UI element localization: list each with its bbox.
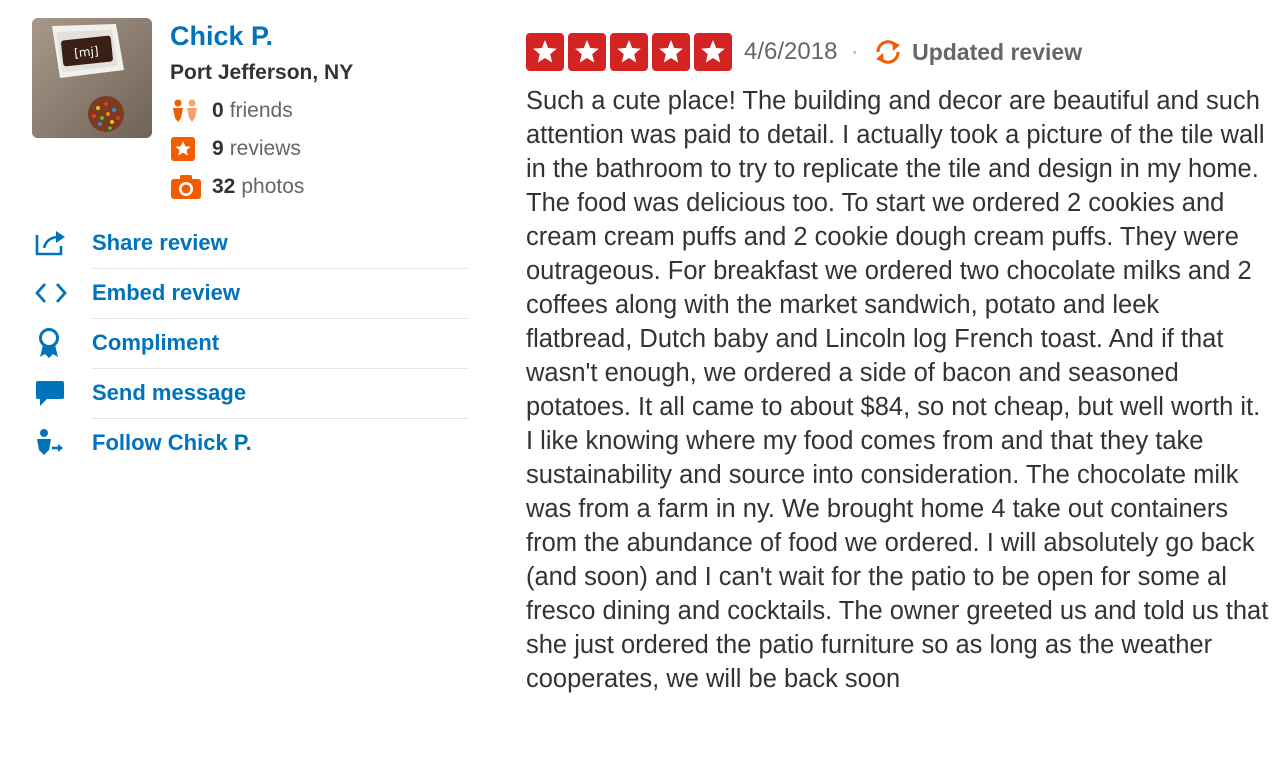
- separator-dot: ·: [851, 40, 859, 63]
- embed-review-action[interactable]: Embed review: [32, 268, 468, 319]
- user-avatar[interactable]: [mj]: [32, 18, 152, 138]
- compliment-label[interactable]: Compliment: [92, 330, 219, 356]
- friends-count: 0: [212, 99, 224, 122]
- friends-stat: 0 friends: [170, 92, 353, 130]
- camera-icon: [170, 173, 202, 201]
- svg-text:[mj]: [mj]: [73, 44, 99, 60]
- follow-user-label[interactable]: Follow Chick P.: [92, 430, 252, 456]
- send-message-action[interactable]: Send message: [32, 368, 468, 419]
- updated-review-label[interactable]: Updated review: [912, 39, 1082, 66]
- follow-user-action[interactable]: Follow Chick P.: [32, 418, 468, 468]
- embed-icon: [32, 281, 92, 305]
- review-header: 4/6/2018 · Updated review: [526, 32, 1272, 72]
- star-badge-icon: [170, 135, 202, 163]
- avatar-photo: [mj]: [32, 18, 152, 138]
- message-icon: [32, 379, 92, 407]
- user-name-link[interactable]: Chick P.: [170, 18, 353, 54]
- follow-user-label-wrap: Follow Chick P.: [92, 418, 468, 468]
- reviews-stat: 9 reviews: [170, 130, 353, 168]
- reviews-label: reviews: [229, 137, 301, 160]
- share-review-action[interactable]: Share review: [32, 218, 468, 269]
- friends-icon: [170, 97, 202, 125]
- follow-icon: [32, 428, 92, 458]
- star-icon: [694, 33, 732, 71]
- award-icon: [32, 327, 92, 359]
- friends-label: friends: [229, 99, 293, 122]
- star-icon: [610, 33, 648, 71]
- star-icon: [568, 33, 606, 71]
- compliment-action[interactable]: Compliment: [32, 318, 468, 369]
- share-review-label-wrap: Share review: [92, 218, 468, 269]
- star-rating: [526, 33, 732, 71]
- send-message-label-wrap: Send message: [92, 368, 468, 419]
- send-message-label[interactable]: Send message: [92, 380, 246, 406]
- review-text: Such a cute place! The building and deco…: [526, 87, 1269, 693]
- share-review-label[interactable]: Share review: [92, 230, 228, 256]
- photos-count: 32: [212, 175, 236, 198]
- star-icon: [526, 33, 564, 71]
- compliment-label-wrap: Compliment: [92, 318, 468, 369]
- photos-stat: 32 photos: [170, 168, 353, 206]
- star-icon: [652, 33, 690, 71]
- photos-label: photos: [241, 175, 305, 198]
- review-date: 4/6/2018: [744, 38, 838, 65]
- reviews-count: 9: [212, 137, 224, 160]
- review-actions-list: Share review Embed review Compliment Sen…: [32, 218, 468, 468]
- review-content: 4/6/2018 · Updated review Such a cute pl…: [526, 32, 1272, 696]
- embed-review-label[interactable]: Embed review: [92, 280, 240, 306]
- user-info: Chick P. Port Jefferson, NY 0 friends 9 …: [170, 18, 353, 206]
- embed-review-label-wrap: Embed review: [92, 268, 468, 319]
- user-location: Port Jefferson, NY: [170, 61, 354, 84]
- share-icon: [32, 229, 92, 257]
- updated-review-icon: [872, 37, 904, 67]
